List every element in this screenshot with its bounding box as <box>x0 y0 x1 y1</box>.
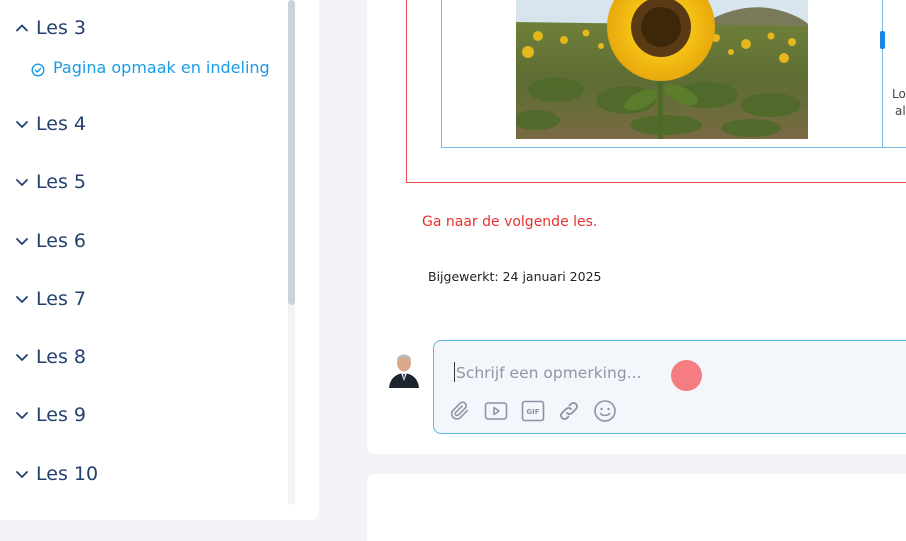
sidebar-lesson-label: Les 8 <box>36 346 86 368</box>
attachment-button[interactable] <box>447 398 473 424</box>
emoji-icon <box>593 399 617 423</box>
side-column-text: Lo <box>892 87 906 101</box>
sidebar-scrollbar-thumb[interactable] <box>288 0 295 305</box>
sidebar-lesson-label: Les 7 <box>36 288 86 310</box>
mouse-cursor-indicator <box>671 360 702 391</box>
gif-icon: GIF <box>521 400 545 422</box>
sidebar-lesson-6[interactable]: Les 6 <box>14 229 86 253</box>
chevron-down-icon <box>14 116 30 132</box>
sidebar-lesson-8[interactable]: Les 8 <box>14 345 86 369</box>
sidebar-lesson-label: Les 9 <box>36 404 86 426</box>
attachment-icon <box>449 400 471 422</box>
resize-handle[interactable] <box>880 31 885 49</box>
comment-input[interactable] <box>456 362 856 384</box>
sidebar-lesson-10[interactable]: Les 10 <box>14 462 98 486</box>
sidebar-lesson-label: Les 3 <box>36 17 86 39</box>
side-column-text: al <box>895 104 906 118</box>
sidebar-lesson-9[interactable]: Les 9 <box>14 403 86 427</box>
last-updated: Bijgewerkt: 24 januari 2025 <box>428 269 601 284</box>
video-icon <box>484 401 508 421</box>
sidebar-lesson-label: Les 4 <box>36 113 86 135</box>
sidebar-lesson-3[interactable]: Les 3 <box>14 16 86 40</box>
last-updated-date: 24 januari 2025 <box>502 269 602 284</box>
emoji-button[interactable] <box>592 398 618 424</box>
chevron-down-icon <box>14 466 30 482</box>
chevron-down-icon <box>14 407 30 423</box>
user-avatar <box>388 348 420 388</box>
sidebar-lesson-label: Les 5 <box>36 171 86 193</box>
chevron-down-icon <box>14 233 30 249</box>
sidebar-lesson-label: Les 6 <box>36 230 86 252</box>
sidebar-lesson-label: Les 10 <box>36 463 99 485</box>
lesson-sidebar: Les 3 Pagina opmaak en indeling Les 4 Le… <box>0 0 319 520</box>
sidebar-subitem-pagina-opmaak[interactable]: Pagina opmaak en indeling <box>31 57 270 79</box>
gif-button[interactable]: GIF <box>520 398 546 424</box>
column-divider <box>882 0 883 147</box>
link-button[interactable] <box>556 398 582 424</box>
chevron-down-icon <box>14 291 30 307</box>
svg-text:GIF: GIF <box>526 408 539 416</box>
check-circle-icon <box>31 61 45 77</box>
sidebar-lesson-4[interactable]: Les 4 <box>14 112 86 136</box>
chevron-up-icon <box>14 20 30 36</box>
text-caret <box>454 362 455 382</box>
video-button[interactable] <box>483 398 509 424</box>
sidebar-lesson-7[interactable]: Les 7 <box>14 287 86 311</box>
chevron-down-icon <box>14 349 30 365</box>
last-updated-label: Bijgewerkt: <box>428 269 499 284</box>
sidebar-lesson-5[interactable]: Les 5 <box>14 170 86 194</box>
sidebar-subitem-label: Pagina opmaak en indeling <box>53 58 270 77</box>
link-icon <box>557 399 581 423</box>
chevron-down-icon <box>14 174 30 190</box>
next-lesson-link[interactable]: Ga naar de volgende les. <box>422 214 597 230</box>
next-content-card <box>367 474 906 541</box>
sunflower-image <box>516 0 808 139</box>
